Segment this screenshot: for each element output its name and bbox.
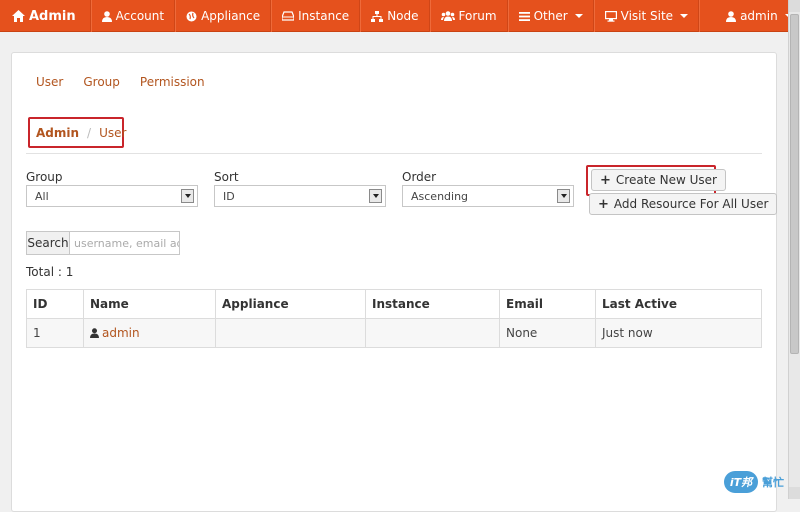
nav-item-visit-site[interactable]: Visit Site: [593, 0, 700, 32]
subnav-group[interactable]: Group: [83, 75, 120, 89]
desktop-icon: [604, 10, 617, 22]
breadcrumb-separator: /: [87, 125, 92, 140]
column-header-email: Email: [499, 289, 596, 319]
breadcrumb-admin[interactable]: Admin: [36, 126, 79, 140]
sub-navigation: User Group Permission: [36, 75, 205, 89]
nav-item-label: Other: [533, 9, 568, 23]
column-header-id: ID: [26, 289, 84, 319]
order-select-value: Ascending: [411, 189, 469, 203]
scroll-up-arrow[interactable]: [789, 0, 800, 12]
top-navbar: Admin Account Appliance Instance Node Fo…: [0, 0, 800, 32]
column-header-appliance: Appliance: [215, 289, 366, 319]
home-icon: [12, 10, 25, 22]
table-row: 1 admin None Just now: [26, 318, 762, 348]
vertical-scrollbar[interactable]: [788, 0, 800, 499]
sort-select-value: ID: [223, 189, 235, 203]
sort-select[interactable]: ID: [214, 185, 386, 207]
list-icon: [518, 11, 530, 21]
nav-item-instance[interactable]: Instance: [271, 0, 361, 32]
nav-brand-admin[interactable]: Admin: [0, 0, 91, 32]
sort-label: Sort: [214, 170, 239, 184]
cell-email: None: [499, 318, 596, 348]
nav-item-label: admin: [740, 9, 778, 23]
breadcrumb-current: User: [99, 125, 127, 140]
group-select-value: All: [35, 189, 49, 203]
watermark-badge: iT邦: [724, 471, 758, 493]
column-header-last-active: Last Active: [595, 289, 762, 319]
users-table: ID Name Appliance Instance Email Last Ac…: [26, 289, 762, 348]
cell-name: admin: [83, 318, 216, 348]
nav-item-label: Node: [387, 9, 419, 23]
chevron-down-icon: [369, 189, 382, 203]
user-icon: [726, 10, 737, 22]
globe-icon: [186, 11, 197, 22]
scroll-thumb[interactable]: [790, 14, 799, 354]
chevron-down-icon: [680, 14, 689, 18]
nav-brand-label: Admin: [29, 8, 76, 24]
nav-item-label: Appliance: [201, 9, 261, 23]
cell-appliance: [215, 318, 366, 348]
plus-icon: +: [600, 172, 611, 188]
create-new-user-label: Create New User: [615, 173, 717, 187]
nav-item-label: Forum: [458, 9, 497, 23]
column-header-name: Name: [83, 289, 216, 319]
create-new-user-button[interactable]: + Create New User: [591, 169, 726, 191]
nav-item-label: Instance: [298, 9, 350, 23]
cell-last-active: Just now: [595, 318, 762, 348]
cell-instance: [365, 318, 500, 348]
watermark-text: 幫忙: [762, 476, 784, 489]
nav-item-other[interactable]: Other: [507, 0, 594, 32]
search-group: Search username, email adc: [26, 231, 180, 255]
divider: [26, 153, 762, 154]
chevron-down-icon: [181, 189, 194, 203]
nav-item-node[interactable]: Node: [360, 0, 430, 32]
group-select[interactable]: All: [26, 185, 198, 207]
group-label: Group: [26, 170, 63, 184]
hdd-icon: [282, 11, 295, 21]
subnav-user[interactable]: User: [36, 75, 63, 89]
nav-item-forum[interactable]: Forum: [429, 0, 508, 32]
nav-item-appliance[interactable]: Appliance: [175, 0, 272, 32]
nav-item-label: Account: [115, 9, 165, 23]
watermark-logo: iT邦 幫忙: [724, 471, 784, 493]
total-count: Total : 1: [26, 265, 74, 279]
search-input[interactable]: username, email adc: [70, 231, 180, 255]
order-label: Order: [402, 170, 437, 184]
nav-item-user-menu[interactable]: admin: [699, 0, 800, 32]
breadcrumb: Admin / User: [28, 117, 127, 148]
column-header-instance: Instance: [365, 289, 500, 319]
chevron-down-icon: [557, 189, 570, 203]
group-icon: [440, 11, 455, 21]
user-icon: [90, 328, 99, 338]
user-name-link[interactable]: admin: [102, 326, 140, 340]
add-resource-button[interactable]: + Add Resource For All User: [589, 193, 778, 215]
add-resource-label: Add Resource For All User: [613, 197, 769, 211]
nav-item-label: Visit Site: [620, 9, 674, 23]
cell-id: 1: [26, 318, 84, 348]
plus-icon: +: [598, 196, 609, 212]
scroll-down-arrow[interactable]: [789, 487, 800, 499]
table-header-row: ID Name Appliance Instance Email Last Ac…: [26, 289, 762, 319]
chevron-down-icon: [574, 14, 583, 18]
nav-item-account[interactable]: Account: [90, 0, 176, 32]
search-label: Search: [26, 231, 70, 255]
subnav-permission[interactable]: Permission: [140, 75, 205, 89]
order-select[interactable]: Ascending: [402, 185, 574, 207]
main-panel: User Group Permission Admin / User Group…: [11, 52, 778, 512]
sitemap-icon: [371, 10, 384, 22]
user-icon: [101, 10, 112, 22]
